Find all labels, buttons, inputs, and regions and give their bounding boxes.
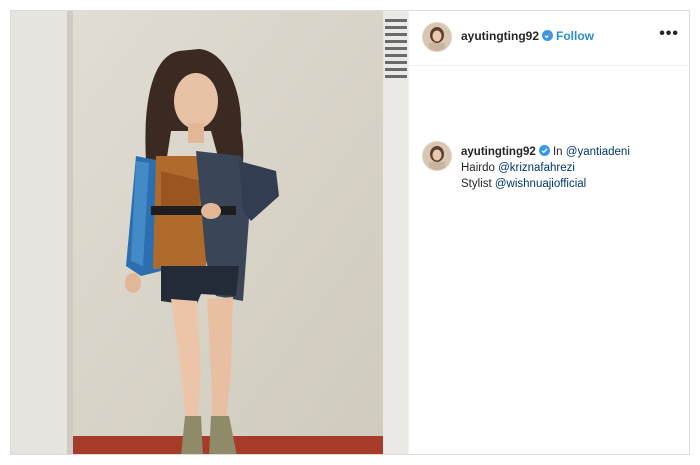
- post-photo[interactable]: [11, 11, 408, 454]
- caption-username[interactable]: ayutingting92: [461, 146, 536, 158]
- post-sidebar: ayutingting92 • Follow ••• ayutingting92…: [408, 11, 689, 454]
- caption-line-2: Hairdo @kriznafahrezi: [461, 160, 630, 176]
- mention-kriznafahrezi[interactable]: @kriznafahrezi: [498, 162, 575, 174]
- post-photo-image: [11, 11, 408, 454]
- post-header: ayutingting92 • Follow •••: [409, 11, 689, 66]
- caption-line2-prefix: Hairdo: [461, 162, 499, 174]
- header-username-text[interactable]: ayutingting92: [461, 29, 539, 43]
- header-username[interactable]: ayutingting92: [461, 29, 554, 43]
- more-options-icon[interactable]: •••: [659, 25, 679, 43]
- caption-verified-badge-icon: [538, 145, 550, 156]
- caption-line3-prefix: Stylist: [461, 178, 495, 190]
- caption-line-1: ayutingting92 In @yantiadeni: [461, 144, 630, 160]
- caption-text: ayutingting92 In @yantiadeni Hairdo @kri…: [461, 144, 630, 192]
- caption-line1-prefix: In: [552, 146, 566, 158]
- follow-button[interactable]: Follow: [556, 29, 594, 43]
- avatar[interactable]: [423, 23, 451, 51]
- post-card: ayutingting92 • Follow ••• ayutingting92…: [10, 10, 690, 455]
- mention-yantiadeni[interactable]: @yantiadeni: [566, 146, 630, 158]
- caption-avatar[interactable]: [423, 142, 451, 170]
- mention-wishnuajiofficial[interactable]: @wishnuajiofficial: [495, 178, 586, 190]
- separator-dot: •: [547, 28, 552, 42]
- caption-line-3: Stylist @wishnuajiofficial: [461, 176, 630, 192]
- caption-avatar-image: [423, 142, 451, 170]
- avatar-image: [423, 23, 451, 51]
